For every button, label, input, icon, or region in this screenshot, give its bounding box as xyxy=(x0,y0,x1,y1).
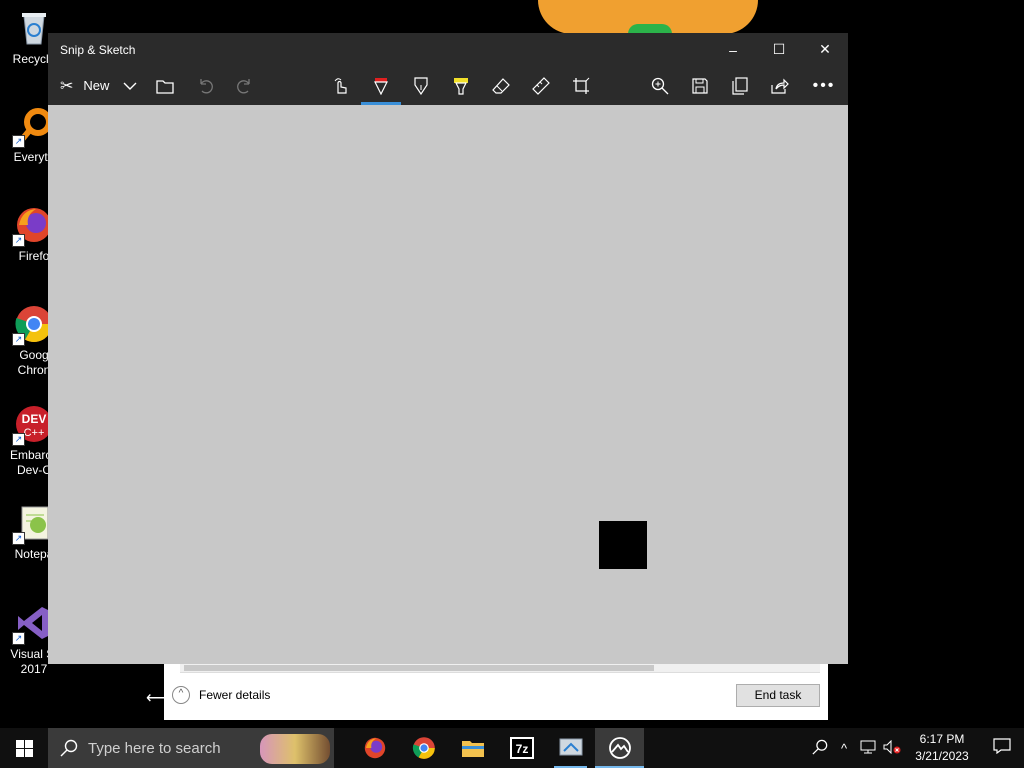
7zip-icon: 7z xyxy=(509,737,534,759)
search-icon xyxy=(60,739,78,757)
taskbar-app-firefox[interactable] xyxy=(350,728,399,768)
redo-icon xyxy=(237,78,251,93)
save-icon xyxy=(692,77,708,94)
crop-icon xyxy=(573,77,590,94)
wallpaper-art xyxy=(538,0,758,34)
fewer-details-button[interactable]: ^ Fewer details xyxy=(172,686,270,704)
fewer-details-label: Fewer details xyxy=(199,688,271,702)
crop-button[interactable] xyxy=(561,66,601,105)
zoom-icon xyxy=(651,77,669,94)
minimize-button[interactable]: – xyxy=(710,33,756,66)
shortcut-arrow-icon: ↗ xyxy=(12,234,25,247)
notification-icon xyxy=(993,738,1011,755)
new-label: New xyxy=(83,78,110,93)
new-dropdown-button[interactable] xyxy=(115,66,145,105)
new-snip-button[interactable]: ✂ New xyxy=(48,66,115,105)
open-file-button[interactable] xyxy=(145,66,185,105)
zoom-button[interactable] xyxy=(640,66,680,105)
undo-button[interactable] xyxy=(185,66,225,105)
taskbar-app-file-explorer[interactable] xyxy=(448,728,497,768)
touch-writing-icon xyxy=(335,77,348,94)
undo-icon xyxy=(200,78,214,93)
end-task-button[interactable]: End task xyxy=(736,684,820,707)
folder-icon xyxy=(156,79,175,94)
black-square-shape xyxy=(599,521,647,569)
svg-text:DEV: DEV xyxy=(22,412,47,426)
highlighter-button[interactable] xyxy=(441,66,481,105)
highlighter-icon xyxy=(454,77,469,95)
search-placeholder: Type here to search xyxy=(88,739,221,757)
search-highlight-art xyxy=(260,734,330,764)
notification-button[interactable] xyxy=(980,738,1024,758)
chevron-up-icon: ^ xyxy=(172,686,190,704)
snip-sketch-window: Snip & Sketch – ☐ ✕ ✂ New ••• xyxy=(48,33,848,664)
redo-button[interactable] xyxy=(225,66,265,105)
system-tray: ^ 6:17 PM 3/21/2023 xyxy=(808,728,1024,768)
svg-text:C++: C++ xyxy=(24,427,45,439)
snipping-tool-icon xyxy=(559,738,582,756)
taskbar-app-snipping-tool[interactable] xyxy=(546,728,595,768)
taskbar-app-snip-sketch[interactable] xyxy=(595,728,644,768)
more-icon: ••• xyxy=(812,76,836,94)
chevron-down-icon xyxy=(123,82,137,90)
snip-icon: ✂ xyxy=(60,77,74,95)
search-icon[interactable] xyxy=(808,739,832,758)
shortcut-arrow-icon: ↗ xyxy=(12,532,25,545)
pencil-button[interactable] xyxy=(401,66,441,105)
ruler-icon xyxy=(532,76,551,95)
chrome-icon xyxy=(412,737,435,759)
windows-logo-icon xyxy=(15,739,33,757)
touch-writing-button[interactable] xyxy=(321,66,361,105)
firefox-icon xyxy=(364,737,385,759)
copy-button[interactable] xyxy=(720,66,760,105)
resize-cursor-icon: ⟷ xyxy=(146,690,169,707)
close-button[interactable]: ✕ xyxy=(802,33,848,66)
volume-muted-icon[interactable] xyxy=(880,739,904,757)
canvas[interactable] xyxy=(48,105,848,664)
scrollbar-thumb[interactable] xyxy=(184,665,654,671)
shortcut-arrow-icon: ↗ xyxy=(12,333,25,346)
copy-icon xyxy=(732,76,748,95)
toolbar: ✂ New ••• xyxy=(48,66,848,105)
snip-sketch-icon xyxy=(608,737,631,759)
taskbar-app-chrome[interactable] xyxy=(399,728,448,768)
shortcut-arrow-icon: ↗ xyxy=(12,135,25,148)
eraser-icon xyxy=(492,77,511,94)
share-icon xyxy=(771,78,789,94)
title-bar[interactable]: Snip & Sketch – ☐ ✕ xyxy=(48,33,848,66)
task-manager-window: ^ Fewer details End task xyxy=(164,664,828,720)
horizontal-scrollbar[interactable] xyxy=(180,664,820,673)
share-button[interactable] xyxy=(760,66,800,105)
ruler-button[interactable] xyxy=(521,66,561,105)
window-title: Snip & Sketch xyxy=(60,42,136,57)
shortcut-arrow-icon: ↗ xyxy=(12,632,25,645)
taskbar-app-7zip[interactable]: 7z xyxy=(497,728,546,768)
file-explorer-icon xyxy=(461,741,484,757)
ballpoint-pen-button[interactable] xyxy=(361,66,402,105)
eraser-button[interactable] xyxy=(481,66,521,105)
start-button[interactable] xyxy=(0,728,48,768)
search-box[interactable]: Type here to search xyxy=(48,728,334,768)
save-button[interactable] xyxy=(680,66,720,105)
clock-time: 6:17 PM xyxy=(919,732,965,746)
shortcut-arrow-icon: ↗ xyxy=(12,433,25,446)
taskbar: Type here to search 7z ^ 6:17 PM 3/21/20… xyxy=(0,728,1024,768)
more-button[interactable]: ••• xyxy=(800,66,848,105)
clock-date: 3/21/2023 xyxy=(915,749,969,763)
chevron-up-icon[interactable]: ^ xyxy=(832,741,856,756)
maximize-button[interactable]: ☐ xyxy=(756,33,802,66)
ballpoint-pen-icon xyxy=(374,77,389,95)
svg-text:7z: 7z xyxy=(515,742,528,756)
network-icon[interactable] xyxy=(856,740,880,757)
clock[interactable]: 6:17 PM 3/21/2023 xyxy=(904,731,980,765)
pencil-icon xyxy=(414,76,429,95)
